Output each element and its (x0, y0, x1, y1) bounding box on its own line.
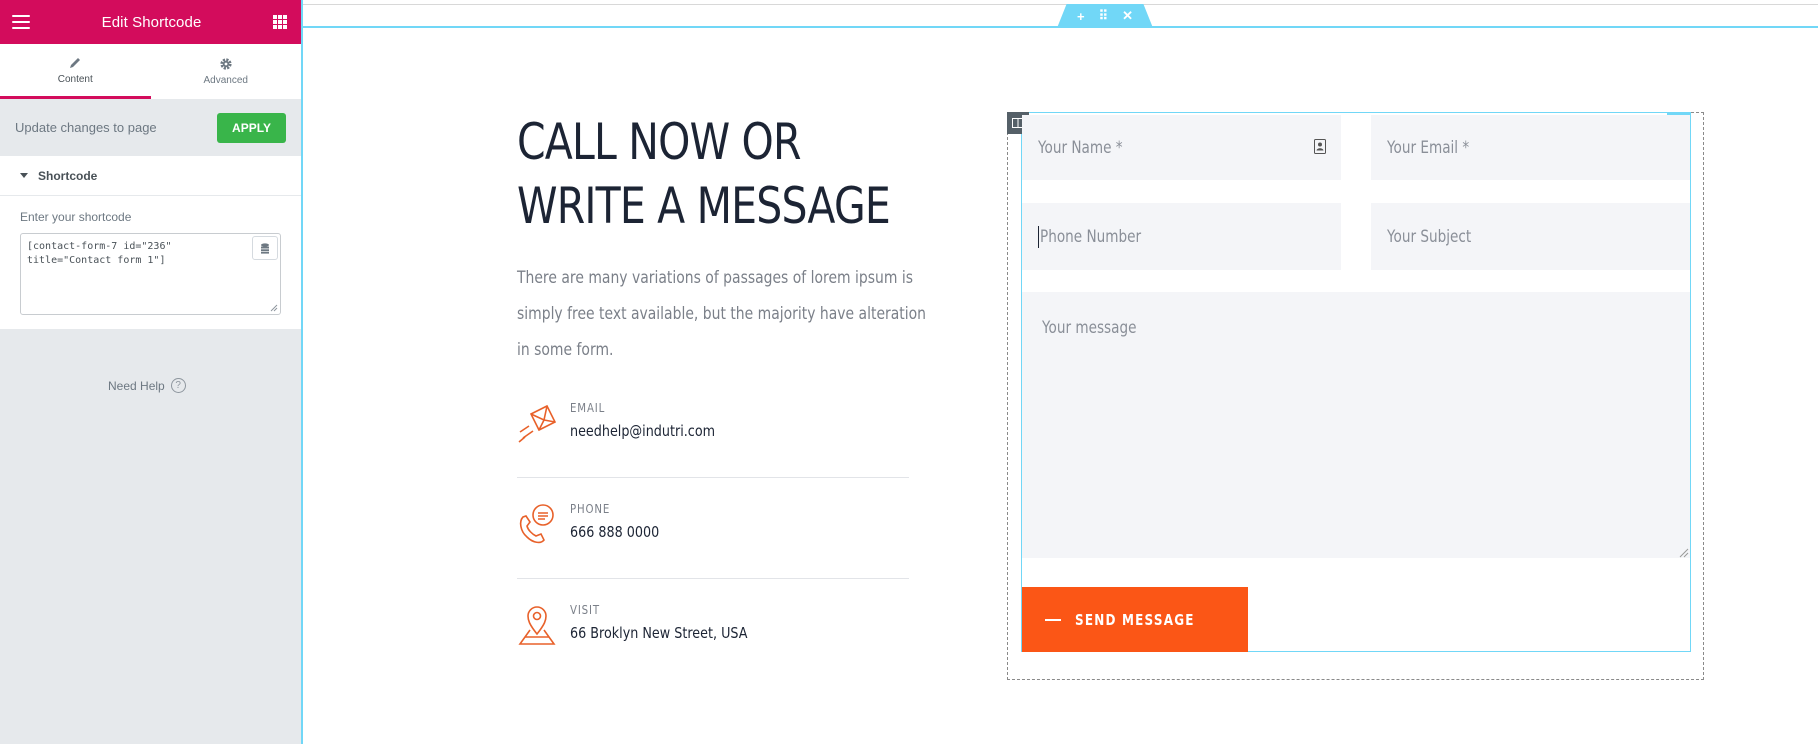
section-toggle-shortcode[interactable]: Shortcode (0, 156, 301, 196)
contact-value: needhelp@indutri.com (570, 422, 716, 440)
phone-placeholder: Phone Number (1040, 226, 1142, 247)
message-field[interactable]: Your message (1022, 292, 1690, 558)
send-message-button[interactable]: SEND MESSAGE (1022, 587, 1248, 652)
widgets-grid-icon[interactable] (272, 15, 287, 29)
name-field[interactable]: Your Name * (1022, 115, 1341, 180)
contact-value: 666 888 0000 (570, 523, 660, 541)
page-preview: + ⠿ ✕ CALL NOW OR WRITE A MESSAGE There … (301, 0, 1818, 744)
message-placeholder: Your message (1042, 318, 1137, 338)
pencil-icon (70, 57, 81, 68)
editor-panel: Edit Shortcode Content Advanced Update c… (0, 0, 301, 744)
email-placeholder: Your Email * (1387, 137, 1470, 158)
apply-bar: Update changes to page APPLY (0, 99, 301, 156)
envelope-icon (518, 404, 557, 443)
add-section-icon[interactable]: + (1077, 9, 1085, 24)
section-title: Shortcode (38, 168, 98, 183)
question-icon: ? (170, 378, 186, 393)
heading-line-1: CALL NOW OR (517, 113, 801, 171)
menu-icon[interactable] (12, 15, 30, 29)
page-heading: CALL NOW OR WRITE A MESSAGE (517, 110, 891, 238)
contact-kicker: VISIT (570, 603, 600, 617)
apply-text: Update changes to page (15, 120, 157, 135)
panel-tabs: Content Advanced (0, 44, 301, 99)
map-pin-icon (518, 606, 556, 645)
caret-down-icon (20, 173, 28, 178)
text-cursor (1038, 225, 1039, 248)
name-placeholder: Your Name * (1038, 137, 1123, 158)
contact-item-visit: VISIT 66 Broklyn New Street, USA (517, 580, 909, 680)
phone-field[interactable]: Phone Number (1022, 203, 1341, 270)
phone-icon (519, 504, 554, 544)
email-field[interactable]: Your Email * (1371, 115, 1690, 180)
divider (303, 4, 1818, 5)
drag-section-icon[interactable]: ⠿ (1099, 8, 1109, 24)
panel-header: Edit Shortcode (0, 0, 301, 44)
database-icon (261, 242, 269, 254)
section-handle: + ⠿ ✕ (1057, 4, 1153, 28)
shortcode-input[interactable]: [contact-form-7 id="236" title="Contact … (21, 234, 280, 314)
gear-icon (220, 58, 232, 70)
need-help-link[interactable]: Need Help ? (108, 378, 186, 393)
subject-placeholder: Your Subject (1387, 226, 1472, 247)
contact-item-email: EMAIL needhelp@indutri.com (517, 378, 909, 478)
contact-kicker: EMAIL (570, 401, 606, 415)
dynamic-tags-button[interactable] (252, 236, 278, 260)
shortcode-field: [contact-form-7 id="236" title="Contact … (20, 233, 281, 315)
shortcode-controls: Enter your shortcode [contact-form-7 id=… (0, 196, 301, 329)
delete-section-icon[interactable]: ✕ (1122, 8, 1133, 24)
tab-content[interactable]: Content (0, 44, 151, 99)
subject-field[interactable]: Your Subject (1371, 203, 1690, 270)
dash-icon (1045, 618, 1062, 621)
contact-item-phone: PHONE 666 888 0000 (517, 479, 909, 579)
contact-value: 66 Broklyn New Street, USA (570, 624, 748, 642)
need-help-label: Need Help (108, 378, 165, 393)
panel-title: Edit Shortcode (101, 13, 202, 31)
tab-advanced[interactable]: Advanced (151, 44, 302, 99)
send-message-label: SEND MESSAGE (1075, 610, 1195, 629)
contact-kicker: PHONE (570, 502, 611, 516)
contact-card-icon[interactable] (1314, 139, 1326, 154)
tab-advanced-label: Advanced (203, 75, 248, 86)
heading-line-2: WRITE A MESSAGE (517, 177, 891, 235)
resize-grip-icon[interactable] (1679, 548, 1689, 558)
tab-content-label: Content (57, 73, 93, 85)
resize-grip-icon[interactable] (270, 304, 278, 312)
description: There are many variations of passages of… (517, 268, 927, 360)
shortcode-label: Enter your shortcode (20, 210, 132, 224)
apply-button[interactable]: APPLY (217, 112, 286, 143)
